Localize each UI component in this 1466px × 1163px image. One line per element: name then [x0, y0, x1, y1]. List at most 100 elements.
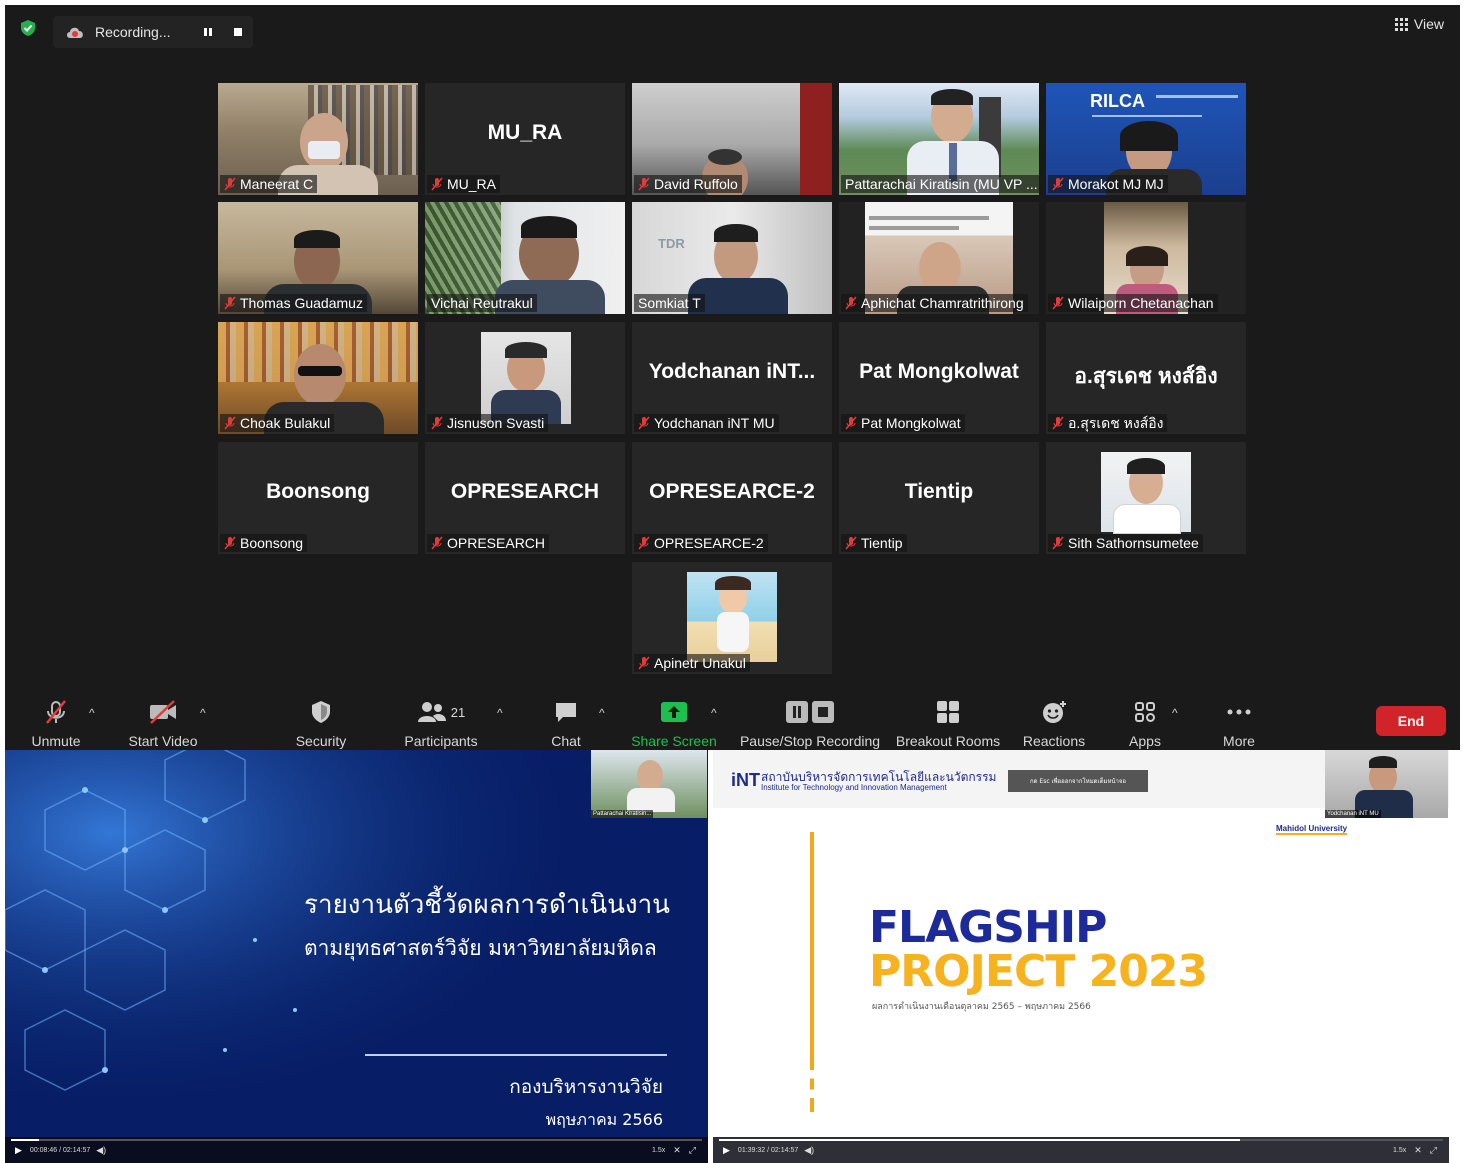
slide-title-line1: รายงานตัวชี้วัดผลการดำเนินงาน — [304, 890, 670, 920]
participant-name: Apinetr Unakul — [634, 654, 750, 672]
mic-muted-icon — [431, 177, 443, 191]
video-tile-yodchanan[interactable]: Yodchanan iNT... Yodchanan iNT MU — [632, 322, 832, 434]
shield-check-icon[interactable] — [19, 19, 37, 37]
video-tile-vichai[interactable]: Vichai Reutrakul — [425, 202, 625, 314]
zoom-window: Recording... View Maneerat C MU_RA MU_RA… — [5, 5, 1460, 750]
pause-recording-button[interactable] — [193, 20, 223, 44]
mic-muted-icon — [845, 536, 857, 550]
more-button[interactable]: More — [1215, 698, 1263, 749]
video-tile-aphichat[interactable]: Aphichat Chamratrithirong — [839, 202, 1039, 314]
video-player-controls: ▶ 00:08:46 / 02:14:57 ◀) 1.5x ✕ ⤢ — [5, 1137, 708, 1163]
profile-picture — [481, 332, 571, 424]
cloud-record-icon — [67, 27, 83, 38]
video-options-caret[interactable]: ^ — [200, 706, 206, 720]
settings-icon[interactable]: ✕ — [673, 1145, 681, 1156]
slide-department: กองบริหารงานวิจัย — [509, 1076, 663, 1098]
participant-name: David Ruffolo — [634, 175, 742, 193]
mic-off-icon — [46, 700, 66, 724]
speaker-thumbnail: Pattarachai Kiratisin... — [591, 750, 707, 818]
video-tile-opresearch[interactable]: OPRESEARCH OPRESEARCH — [425, 442, 625, 554]
video-tile-david[interactable]: David Ruffolo — [632, 83, 832, 195]
mic-muted-icon — [431, 536, 443, 550]
chat-button[interactable]: Chat — [541, 698, 591, 749]
video-tile-apinetr[interactable]: Apinetr Unakul — [632, 562, 832, 674]
participant-name: Wilaiporn Chetanachan — [1048, 294, 1218, 312]
video-tile-thomas[interactable]: Thomas Guadamuz — [218, 202, 418, 314]
video-tile-boonsong[interactable]: Boonsong Boonsong — [218, 442, 418, 554]
profile-picture — [687, 572, 777, 662]
video-tile-suredech[interactable]: อ.สุรเดช หงส์อิง อ.สุรเดช หงส์อิง — [1046, 322, 1246, 434]
unmute-button[interactable]: Unmute — [25, 698, 87, 749]
slide-research-report: Pattarachai Kiratisin... รายงานตัวชี้วัด… — [5, 750, 708, 1163]
play-icon[interactable]: ▶ — [723, 1145, 730, 1156]
participant-name: Pattarachai Kiratisin (MU VP ... — [841, 175, 1039, 193]
fullscreen-exit-hint: กด Esc เพื่อออกจากโหมดเต็มหน้าจอ — [1008, 770, 1148, 792]
participant-name: Jisnuson Svasti — [427, 414, 549, 432]
end-meeting-button[interactable]: End — [1376, 706, 1446, 736]
mic-muted-icon — [224, 536, 236, 550]
participant-display-name: Tientip — [904, 480, 974, 503]
mic-muted-icon — [224, 177, 236, 191]
video-tile-tientip[interactable]: Tientip Tientip — [839, 442, 1039, 554]
mic-muted-icon — [638, 416, 650, 430]
mic-muted-icon — [1052, 296, 1064, 310]
mic-muted-icon — [224, 416, 236, 430]
audio-options-caret[interactable]: ^ — [89, 706, 95, 720]
reactions-button[interactable]: Reactions — [1019, 698, 1089, 749]
start-video-button[interactable]: Start Video — [123, 698, 203, 749]
meeting-toolbar: Unmute ^ Start Video ^ Security 21 Parti… — [5, 690, 1460, 750]
video-off-icon — [150, 700, 176, 724]
mic-muted-icon — [638, 656, 650, 670]
accent-bar — [810, 832, 814, 1112]
mic-muted-icon — [1052, 536, 1064, 550]
participants-options-caret[interactable]: ^ — [497, 706, 503, 720]
mic-muted-icon — [431, 416, 443, 430]
play-icon[interactable]: ▶ — [15, 1145, 22, 1156]
share-screen-button[interactable]: Share Screen — [629, 698, 719, 749]
share-options-caret[interactable]: ^ — [711, 706, 717, 720]
university-label: Mahidol University — [1276, 824, 1348, 835]
chat-options-caret[interactable]: ^ — [599, 706, 605, 720]
volume-icon[interactable]: ◀) — [96, 1145, 106, 1156]
video-tile-jisnuson[interactable]: Jisnuson Svasti — [425, 322, 625, 434]
participant-display-name: OPRESEARCH — [450, 480, 600, 503]
video-tile-opresearce-2[interactable]: OPRESEARCE-2 OPRESEARCE-2 — [632, 442, 832, 554]
more-icon — [1227, 709, 1251, 715]
mic-muted-icon — [845, 296, 857, 310]
view-button[interactable]: View — [1394, 16, 1444, 32]
rilca-logo: RILCA — [1090, 91, 1145, 111]
apps-button[interactable]: Apps — [1121, 698, 1169, 749]
participant-name: Yodchanan iNT MU — [634, 414, 779, 432]
recording-indicator: Recording... — [53, 16, 253, 48]
participant-display-name: Boonsong — [266, 480, 370, 503]
video-tile-somkiat-active-speaker[interactable]: TDR Somkiat T — [632, 202, 832, 314]
video-tile-morakot[interactable]: RILCA Morakot MJ MJ — [1046, 83, 1246, 195]
video-tile-pat[interactable]: Pat Mongkolwat Pat Mongkolwat — [839, 322, 1039, 434]
stop-recording-button[interactable] — [223, 20, 253, 44]
fullscreen-icon[interactable]: ⤢ — [689, 1145, 696, 1156]
volume-icon[interactable]: ◀) — [804, 1145, 814, 1156]
stop-icon — [234, 28, 242, 36]
video-tile-choak[interactable]: Choak Bulakul — [218, 322, 418, 434]
mic-muted-icon — [845, 416, 857, 430]
breakout-rooms-button[interactable]: Breakout Rooms — [893, 698, 1003, 749]
participant-name: MU_RA — [427, 175, 501, 193]
mic-muted-icon — [1052, 416, 1064, 430]
video-tile-mu-ra[interactable]: MU_RA MU_RA — [425, 83, 625, 195]
apps-options-caret[interactable]: ^ — [1172, 706, 1178, 720]
participants-button[interactable]: 21 Participants — [397, 698, 485, 749]
video-tile-sith[interactable]: Sith Sathornsumetee — [1046, 442, 1246, 554]
fullscreen-icon[interactable]: ⤢ — [1430, 1145, 1437, 1156]
project-title: PROJECT 2023 — [869, 946, 1208, 997]
profile-picture — [1101, 452, 1191, 534]
video-tile-maneerat[interactable]: Maneerat C — [218, 83, 418, 195]
settings-icon[interactable]: ✕ — [1414, 1145, 1422, 1156]
pause-stop-recording-button[interactable]: Pause/Stop Recording — [735, 698, 885, 749]
participant-name: Maneerat C — [220, 175, 318, 193]
security-button[interactable]: Security — [291, 698, 351, 749]
org-name-english: Institute for Technology and Innovation … — [761, 783, 947, 792]
slide-subtitle: ผลการดำเนินงานเดือนตุลาคม 2565 – พฤษภาคม… — [872, 1002, 1091, 1012]
video-tile-wilaiporn[interactable]: Wilaiporn Chetanachan — [1046, 202, 1246, 314]
participant-name: Choak Bulakul — [220, 414, 335, 432]
video-tile-pattarachai[interactable]: Pattarachai Kiratisin (MU VP ... — [839, 83, 1039, 195]
